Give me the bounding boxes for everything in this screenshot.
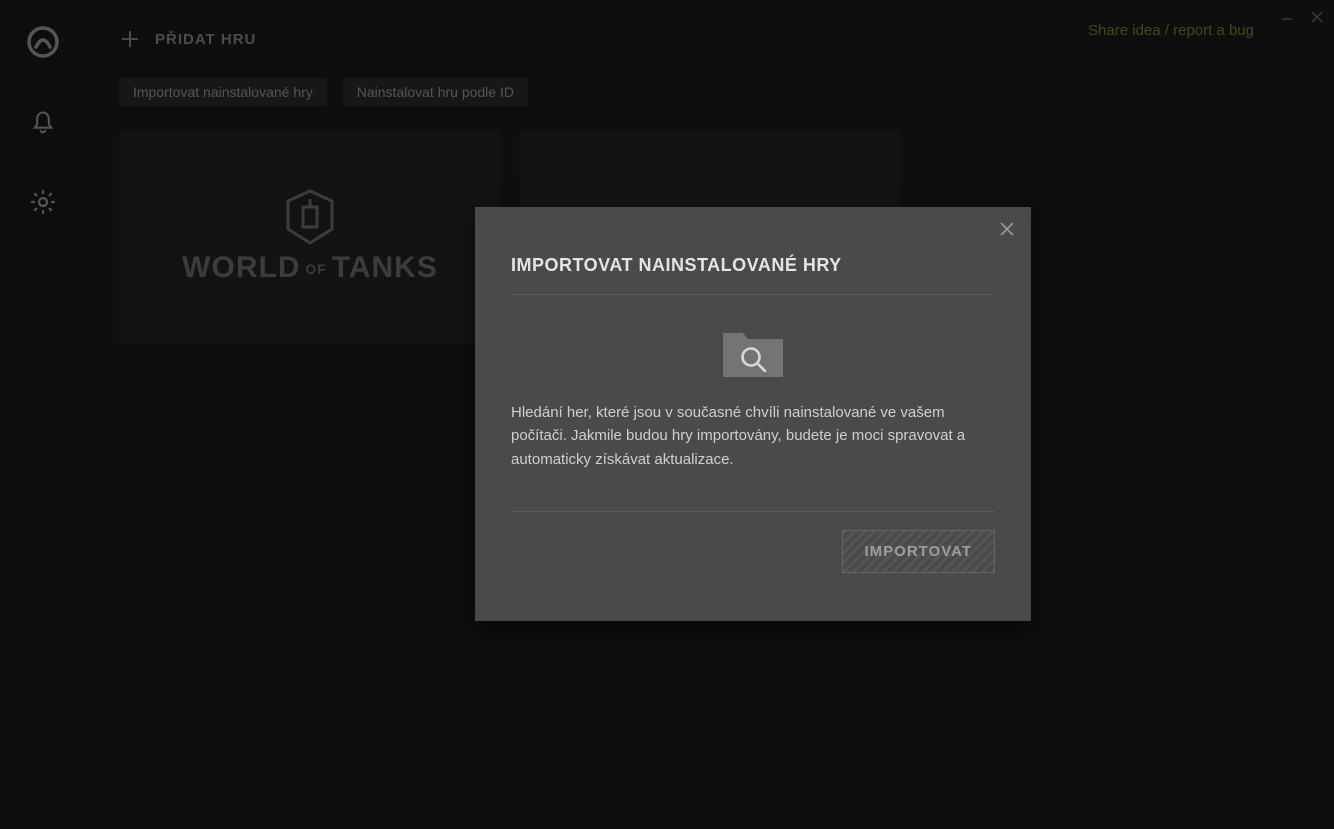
main-area: Share idea / report a bug PŘIDAT HRU Imp… — [85, 0, 1334, 829]
modal-close-button[interactable] — [999, 221, 1015, 237]
logo-icon[interactable] — [26, 25, 60, 59]
modal-description: Hledání her, které jsou v současné chvíl… — [511, 401, 995, 471]
gear-icon[interactable] — [28, 187, 58, 217]
bell-icon[interactable] — [29, 109, 57, 137]
modal-title: IMPORTOVAT NAINSTALOVANÉ HRY — [511, 255, 995, 276]
folder-search-icon — [721, 327, 785, 379]
import-button[interactable]: IMPORTOVAT — [842, 530, 996, 573]
sidebar — [0, 0, 85, 829]
app-root: Share idea / report a bug PŘIDAT HRU Imp… — [0, 0, 1334, 829]
import-modal: IMPORTOVAT NAINSTALOVANÉ HRY Hledání her… — [475, 207, 1031, 621]
